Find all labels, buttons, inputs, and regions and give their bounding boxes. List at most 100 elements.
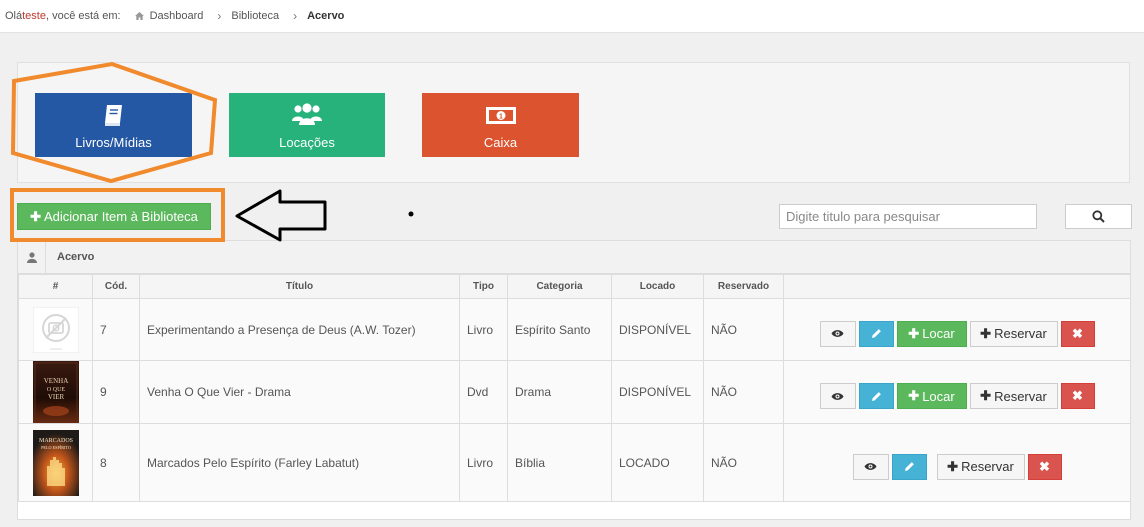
locar-button[interactable]: ✚ Locar (896, 383, 967, 409)
col-header-actions (783, 274, 1131, 299)
reservar-label: Reservar (994, 388, 1047, 404)
cell-locado: LOCADO (611, 423, 704, 502)
tile-label: Locações (279, 134, 335, 150)
reservar-label: Reservar (994, 326, 1047, 341)
cell-categoria: Drama (507, 360, 612, 424)
reservar-button[interactable]: ✚ Reservar (969, 320, 1058, 347)
actions-cell: ✚ Locar ✚ Reservar ✖ (783, 360, 1131, 424)
locar-button[interactable]: ✚ Locar (896, 320, 967, 347)
svg-text:1: 1 (499, 113, 503, 120)
plus-icon: ✚ (980, 388, 992, 403)
no-image-icon (32, 306, 79, 353)
eye-icon (864, 463, 877, 470)
cell-reservado: NÃO (703, 298, 784, 361)
col-header-hash: # (18, 274, 93, 299)
col-header-reservado: Reservado (703, 274, 784, 299)
col-header-categoria: Categoria (507, 274, 612, 299)
cell-reservado: NÃO (703, 360, 784, 424)
cell-titulo: Marcados Pelo Espírito (Farley Labatut) (139, 423, 460, 502)
cell-cod: 8 (92, 423, 140, 502)
top-bar: Olá teste , você está em: Dashboard › Bi… (0, 0, 1144, 33)
chevron-right-icon: › (217, 9, 222, 23)
tile-caixa[interactable]: 1 Caixa (422, 93, 579, 157)
plus-icon: ✚ (908, 388, 920, 403)
cell-tipo: Dvd (459, 360, 508, 424)
cell-tipo: Livro (459, 298, 508, 361)
svg-text:VENHA: VENHA (43, 377, 68, 385)
cell-cod: 9 (92, 360, 140, 424)
pencil-icon (871, 391, 881, 401)
delete-button[interactable]: ✖ (1060, 383, 1095, 409)
locar-label: Locar (922, 326, 955, 341)
cell-reservado: NÃO (703, 423, 784, 502)
col-header-locado: Locado (611, 274, 704, 299)
cell-titulo: Venha O Que Vier - Drama (139, 360, 460, 424)
breadcrumb-acervo: Acervo (307, 10, 345, 22)
reservar-label: Reservar (961, 459, 1014, 474)
view-button[interactable] (852, 453, 889, 480)
arrow-left-icon (235, 189, 327, 242)
cell-titulo: Experimentando a Presença de Deus (A.W. … (139, 298, 460, 361)
table-row: MARCADOS PELO ESPÍRITO 8 Marcados Pelo E… (18, 423, 1131, 502)
pencil-icon (871, 329, 881, 338)
cell-locado: DISPONÍVEL (611, 298, 704, 361)
breadcrumb-dashboard[interactable]: Dashboard (150, 10, 204, 22)
acervo-table: # Cód. Título Tipo Categoria Locado Rese… (18, 274, 1131, 502)
cell-categoria: Espírito Santo (507, 298, 612, 361)
svg-text:MARCADOS: MARCADOS (38, 438, 72, 444)
add-item-label: Adicionar Item à Biblioteca (43, 209, 198, 224)
close-icon: ✖ (1072, 388, 1083, 403)
table-row: 7 Experimentando a Presença de Deus (A.W… (18, 298, 1131, 361)
tile-label: Caixa (483, 134, 518, 150)
plus-icon: ✚ (30, 208, 41, 224)
search-input[interactable] (779, 204, 1037, 229)
cell-locado: DISPONÍVEL (611, 360, 704, 424)
table-title: Acervo (57, 251, 95, 263)
search-button[interactable] (1065, 204, 1132, 229)
user-name[interactable]: teste (22, 10, 46, 22)
cell-cod: 7 (92, 298, 140, 361)
locar-label: Locar (922, 388, 955, 404)
edit-button[interactable] (858, 383, 894, 409)
venha-o-que-vier-cover: VENHA O QUE VIER (32, 361, 79, 423)
cell-categoria: Bíblia (507, 423, 612, 502)
view-button[interactable] (819, 383, 856, 409)
actions-cell: ✚ Reservar ✖ (783, 423, 1131, 502)
plus-icon: ✚ (908, 325, 920, 341)
svg-text:VIER: VIER (47, 393, 64, 401)
dot-marker (408, 211, 414, 217)
home-icon (134, 12, 144, 20)
cell-tipo: Livro (459, 423, 508, 502)
reservar-button[interactable]: ✚ Reservar (936, 453, 1025, 480)
edit-button[interactable] (858, 320, 894, 347)
delete-button[interactable]: ✖ (1060, 320, 1095, 347)
col-header-tipo: Tipo (459, 274, 508, 299)
money-icon: 1 (485, 106, 516, 124)
search-icon (1092, 210, 1105, 223)
users-icon (292, 102, 322, 125)
marcados-pelo-espirito-cover: MARCADOS PELO ESPÍRITO (32, 429, 79, 496)
cover-cell (18, 298, 93, 361)
table-row: VENHA O QUE VIER 9 Venha O Que Vier - Dr… (18, 360, 1131, 424)
table-header-row: # Cód. Título Tipo Categoria Locado Rese… (18, 274, 1131, 299)
user-icon (18, 240, 46, 274)
delete-button[interactable]: ✖ (1027, 453, 1062, 480)
view-button[interactable] (819, 320, 856, 347)
tile-livros-midias[interactable]: Livros/Mídias (35, 93, 192, 157)
eye-icon (831, 330, 844, 337)
tile-locacoes[interactable]: Locações (229, 93, 385, 157)
tile-label: Livros/Mídias (75, 134, 152, 150)
cover-cell: VENHA O QUE VIER (18, 360, 93, 424)
edit-button[interactable] (891, 453, 927, 480)
breadcrumb-biblioteca[interactable]: Biblioteca (231, 10, 279, 22)
reservar-button[interactable]: ✚ Reservar (969, 383, 1058, 409)
greeting-prefix: Olá (5, 10, 23, 22)
add-item-button[interactable]: ✚ Adicionar Item à Biblioteca (17, 203, 211, 230)
table-title-bar: Acervo (18, 240, 1130, 274)
greeting-suffix: , você está em: (45, 10, 121, 22)
plus-icon: ✚ (980, 325, 992, 341)
eye-icon (831, 392, 844, 400)
acervo-table-box: Acervo # Cód. Título Tipo Categoria Loca… (17, 240, 1131, 520)
svg-text:PELO ESPÍRITO: PELO ESPÍRITO (41, 445, 71, 450)
book-icon (104, 104, 122, 126)
